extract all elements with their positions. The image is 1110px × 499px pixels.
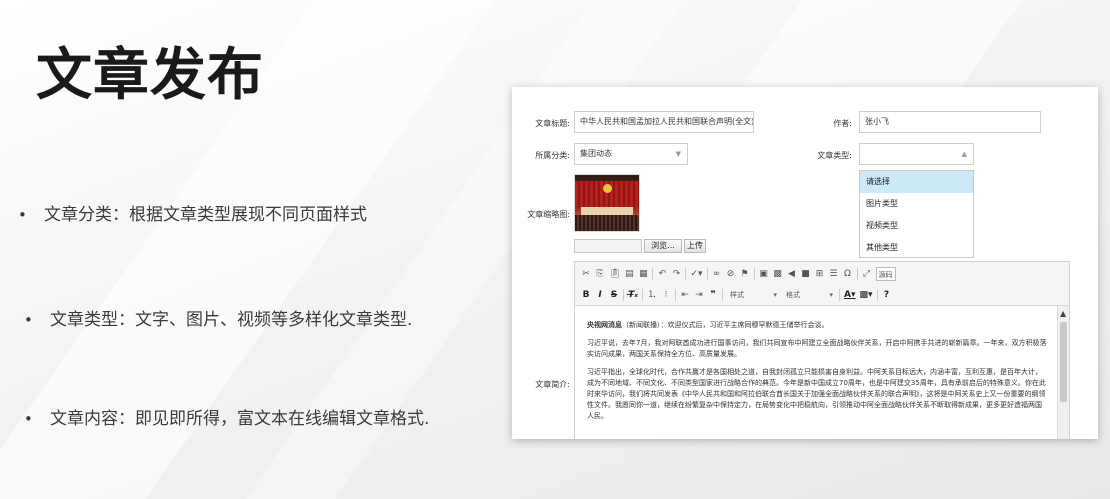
upload-button[interactable]: 上传 xyxy=(684,239,706,253)
outdent-icon[interactable]: ⇤ xyxy=(680,288,690,302)
type-label: 文章类型: xyxy=(817,151,852,160)
type-option-other[interactable]: 其他类型 xyxy=(860,237,973,259)
toolbar-divider xyxy=(685,268,687,280)
article-form-screenshot: 文章标题: 中华人民共和国孟加拉人民共和国联合声明(全文) 作者: 张小飞 所属… xyxy=(512,87,1098,439)
thumbnail-crowd xyxy=(575,215,639,231)
type-select[interactable]: ▲ xyxy=(859,143,974,165)
toolbar-divider xyxy=(722,289,723,301)
summary-label: 文章简介: xyxy=(535,380,570,389)
lead-bold-text: 央视网消息 xyxy=(587,321,622,329)
paragraph-2: 习近平说，去年7月，我对阿联酋成功进行国事访问，我们共同宣布中阿建立全面战略伙伴… xyxy=(587,338,1047,360)
toolbar-divider xyxy=(876,289,878,301)
paragraph-text: 习近平指出，全球化时代，合作共赢才是各国相处之道，自我封闭孤立只能损害自身利益。… xyxy=(587,368,1046,420)
bulleted-list-icon[interactable]: ⁝ xyxy=(661,288,671,302)
style-combo[interactable]: 样式 xyxy=(727,288,779,302)
scroll-up-icon[interactable]: ▲ xyxy=(1060,309,1066,318)
paragraph-1: 央视网消息（新闻联播）：欢迎仪式后，习近平主席同穆罕默德王储举行会谈。 xyxy=(587,320,1047,331)
bullet-dot: • xyxy=(24,311,33,329)
thumbnail-emblem xyxy=(603,184,612,193)
cut-icon[interactable]: ✂ xyxy=(581,267,591,281)
italic-icon[interactable]: I xyxy=(595,288,605,302)
text-color-icon[interactable]: A▾ xyxy=(844,288,855,302)
toolbar-divider xyxy=(706,268,708,280)
flash-icon[interactable]: ▩ xyxy=(773,267,783,281)
category-select[interactable]: 集团动态 ▼ xyxy=(574,143,688,165)
bullet-dot: • xyxy=(24,410,33,428)
help-icon[interactable]: ? xyxy=(882,288,892,302)
type-dropdown: 请选择 图片类型 视频类型 其他类型 xyxy=(859,170,974,258)
thumbnail-label: 文章缩略图: xyxy=(527,210,570,219)
author-label: 作者: xyxy=(833,119,852,128)
maximize-icon[interactable]: ⤢ xyxy=(862,267,872,281)
redo-icon[interactable]: ↷ xyxy=(671,267,681,281)
numbered-list-icon[interactable]: ⒈ xyxy=(647,288,657,302)
link-icon[interactable]: ∞ xyxy=(712,267,722,281)
paste-text-icon[interactable]: ▤ xyxy=(624,267,634,281)
paragraph-text: 央视网消息（新闻联播）：欢迎仪式后，习近平主席同穆罕默德王储举行会谈。 xyxy=(587,321,829,329)
format-combo[interactable]: 格式 xyxy=(783,288,835,302)
audio-icon[interactable]: ◀ xyxy=(787,267,797,281)
copy-icon[interactable]: ⎘ xyxy=(595,267,605,281)
slide-title: 文章发布 xyxy=(36,43,264,108)
toolbar-divider xyxy=(623,289,624,301)
bullet-content: • 文章内容：即见即所得，富文本在线编辑文章格式. xyxy=(24,404,429,429)
paste-icon[interactable]: 📋︎ xyxy=(609,267,620,281)
undo-icon[interactable]: ↶ xyxy=(657,267,667,281)
anchor-icon[interactable]: ⚑ xyxy=(740,267,750,281)
chevron-down-icon: ▼ xyxy=(675,150,681,158)
type-option-image[interactable]: 图片类型 xyxy=(860,193,973,215)
title-input[interactable]: 中华人民共和国孟加拉人民共和国联合声明(全文) xyxy=(574,111,754,133)
toolbar-divider xyxy=(652,268,654,280)
bold-icon[interactable]: B xyxy=(581,288,591,302)
category-label: 所属分类: xyxy=(535,151,570,160)
type-option-video[interactable]: 视频类型 xyxy=(860,215,973,237)
toolbar-divider xyxy=(856,268,858,280)
thumbnail-image xyxy=(574,174,640,232)
toolbar-divider xyxy=(839,289,840,301)
paste-word-icon[interactable]: ▦ xyxy=(638,267,648,281)
bullet-text: 文章分类：根据文章类型展现不同页面样式 xyxy=(44,205,367,225)
toolbar-row-2: B I S T̶ₓ ⒈ ⁝ ⇤ ⇥ ❞ 样式 格式 A▾ ▩▾ ? xyxy=(581,286,892,304)
unlink-icon[interactable]: ⊘ xyxy=(726,267,736,281)
spellcheck-icon[interactable]: ✓▾ xyxy=(690,267,702,281)
bullet-dot: • xyxy=(18,206,27,224)
editor-scrollbar[interactable]: ▲ xyxy=(1057,306,1069,439)
editor-toolbar: ✂ ⎘ 📋︎ ▤ ▦ ↶ ↷ ✓▾ ∞ ⊘ ⚑ ▣ ▩ ◀ ■ ⊞ ☰ Ω ⤢ … xyxy=(575,262,1069,306)
scrollbar-thumb[interactable] xyxy=(1060,322,1067,402)
thumbnail-stage xyxy=(581,207,633,215)
video-icon[interactable]: ■ xyxy=(801,267,811,281)
indent-icon[interactable]: ⇥ xyxy=(694,288,704,302)
category-value: 集团动态 xyxy=(580,149,612,158)
remove-format-icon[interactable]: T̶ₓ xyxy=(628,288,638,302)
table-icon[interactable]: ⊞ xyxy=(815,267,825,281)
toolbar-divider xyxy=(642,289,643,301)
browse-button[interactable]: 浏览... xyxy=(644,239,682,253)
editor-content[interactable]: 央视网消息（新闻联播）：欢迎仪式后，习近平主席同穆罕默德王储举行会谈。 习近平说… xyxy=(587,320,1047,429)
blockquote-icon[interactable]: ❞ xyxy=(708,288,718,302)
toolbar-divider xyxy=(753,268,755,280)
source-button[interactable]: 源码 xyxy=(875,267,896,281)
special-char-icon[interactable]: Ω xyxy=(843,267,853,281)
image-icon[interactable]: ▣ xyxy=(759,267,769,281)
type-option-placeholder[interactable]: 请选择 xyxy=(860,171,973,193)
horizontal-rule-icon[interactable]: ☰ xyxy=(829,267,839,281)
strikethrough-icon[interactable]: S xyxy=(609,288,619,302)
paragraph-3: 习近平指出，全球化时代，合作共赢才是各国相处之道，自我封闭孤立只能损害自身利益。… xyxy=(587,367,1047,422)
bullet-type: • 文章类型：文字、图片、视频等多样化文章类型. xyxy=(24,305,412,330)
paragraph-text: 习近平说，去年7月，我对阿联酋成功进行国事访问，我们共同宣布中阿建立全面战略伙伴… xyxy=(587,339,1047,358)
file-path-field[interactable] xyxy=(574,239,642,253)
bullet-text: 文章类型：文字、图片、视频等多样化文章类型. xyxy=(50,310,413,330)
author-input[interactable]: 张小飞 xyxy=(859,111,1041,133)
rich-text-editor: ✂ ⎘ 📋︎ ▤ ▦ ↶ ↷ ✓▾ ∞ ⊘ ⚑ ▣ ▩ ◀ ■ ⊞ ☰ Ω ⤢ … xyxy=(574,261,1070,439)
toolbar-row-1: ✂ ⎘ 📋︎ ▤ ▦ ↶ ↷ ✓▾ ∞ ⊘ ⚑ ▣ ▩ ◀ ■ ⊞ ☰ Ω ⤢ … xyxy=(581,265,896,283)
background-color-icon[interactable]: ▩▾ xyxy=(859,288,872,302)
toolbar-divider xyxy=(675,289,676,301)
bullet-category: • 文章分类：根据文章类型展现不同页面样式 xyxy=(18,200,367,225)
bullet-text: 文章内容：即见即所得，富文本在线编辑文章格式. xyxy=(50,409,430,429)
chevron-up-icon: ▲ xyxy=(961,150,967,158)
title-label: 文章标题: xyxy=(535,119,570,128)
